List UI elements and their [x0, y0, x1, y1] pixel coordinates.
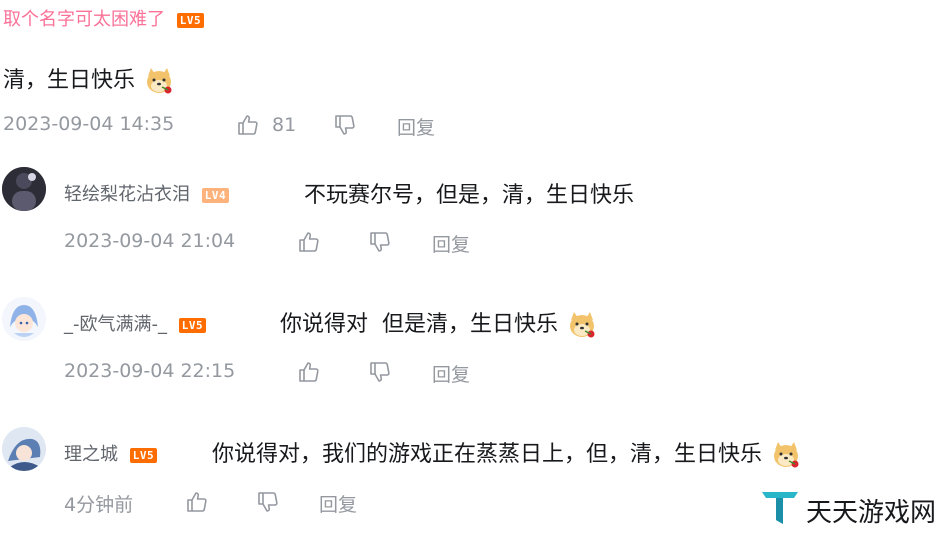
- watermark-text: 天天游戏网: [806, 498, 937, 528]
- avatar[interactable]: [2, 427, 46, 471]
- reply-text: 你说得对 但是清，生日快乐: [280, 306, 597, 340]
- reply-button[interactable]: 回复: [397, 113, 435, 140]
- thumbs-up-icon: [299, 362, 319, 382]
- dislike-button[interactable]: [333, 113, 357, 137]
- reply-button[interactable]: 回复: [432, 230, 470, 257]
- avatar[interactable]: [2, 167, 46, 211]
- reply-username[interactable]: _-欧气满满-_ LV5: [64, 310, 207, 336]
- thumbs-down-icon: [258, 492, 278, 512]
- main-comment-meta: 2023-09-04 14:35: [3, 113, 174, 135]
- comment-time: 4分钟前: [64, 494, 134, 516]
- like-button[interactable]: [185, 490, 209, 514]
- level-badge: LV5: [129, 447, 158, 463]
- dislike-button[interactable]: [256, 490, 280, 514]
- like-count: 81: [272, 113, 297, 136]
- thumbs-down-icon: [335, 115, 355, 135]
- avatar[interactable]: [2, 297, 46, 341]
- like-button[interactable]: [297, 230, 321, 254]
- thumbs-up-icon: [187, 492, 207, 512]
- thumbs-up-icon: [238, 115, 258, 135]
- doge-rose-icon: [147, 68, 172, 94]
- reply-text: 不玩赛尔号，但是，清，生日快乐: [304, 183, 635, 208]
- doge-rose-icon: [570, 312, 595, 338]
- comment-time: 2023-09-04 22:15: [64, 360, 236, 382]
- watermark-logo: [760, 488, 800, 530]
- t-logo-icon: [762, 492, 798, 524]
- main-comment-text: 清，生日快乐: [3, 62, 174, 96]
- thumbs-up-icon: [299, 232, 319, 252]
- comment-time: 2023-09-04 14:35: [3, 113, 175, 135]
- level-badge: LV5: [176, 12, 205, 28]
- avatar-image: [2, 427, 46, 471]
- main-username[interactable]: 取个名字可太困难了 LV5: [3, 5, 205, 31]
- doge-rose-icon: [774, 442, 799, 468]
- like-button[interactable]: 81: [236, 113, 296, 137]
- like-button[interactable]: [297, 360, 321, 384]
- thumbs-down-icon: [370, 232, 390, 252]
- dislike-button[interactable]: [368, 360, 392, 384]
- level-badge: LV4: [201, 187, 230, 203]
- reply-text: 你说得对，我们的游戏正在蒸蒸日上，但，清，生日快乐: [212, 436, 801, 470]
- comment-time: 2023-09-04 21:04: [64, 230, 236, 252]
- level-badge: LV5: [178, 317, 207, 333]
- avatar-image: [2, 167, 46, 211]
- thumbs-down-icon: [370, 362, 390, 382]
- reply-button[interactable]: 回复: [432, 360, 470, 387]
- avatar-image: [2, 297, 46, 341]
- dislike-button[interactable]: [368, 230, 392, 254]
- reply-button[interactable]: 回复: [319, 490, 357, 517]
- reply-username[interactable]: 轻绘梨花沾衣泪 LV4: [64, 180, 230, 206]
- reply-username[interactable]: 理之城 LV5: [64, 440, 158, 466]
